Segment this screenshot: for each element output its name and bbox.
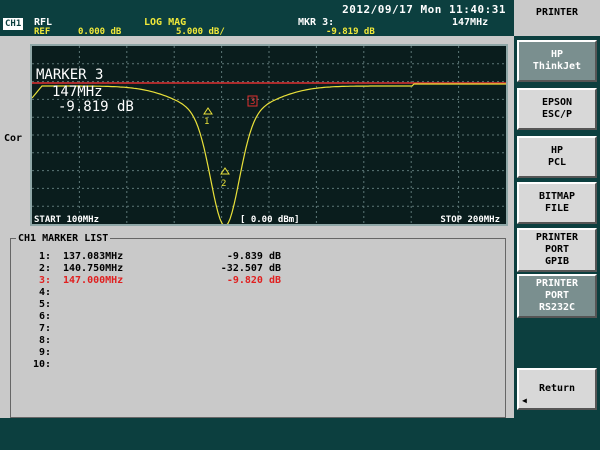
marker-row-idx: 8: <box>38 335 51 346</box>
softkey-7[interactable]: Return <box>517 368 597 410</box>
return-arrow-icon: ◀ <box>522 396 527 405</box>
marker-row-amp: -9.839 dB <box>226 251 281 262</box>
top-status-bar: 2012/09/17 Mon 11:40:31 CH1 RFL REF 0.00… <box>0 0 514 37</box>
softkey-3[interactable]: HP PCL <box>517 136 597 178</box>
channel-indicator: CH1 <box>3 18 24 30</box>
marker-row-amp: -32.507 dB <box>220 263 281 274</box>
active-marker-value: -9.819 dB <box>58 99 134 115</box>
analyzer-display: 2012/09/17 Mon 11:40:31 CH1 RFL REF 0.00… <box>0 0 514 450</box>
marker-row-idx: 6: <box>38 311 51 322</box>
softkey-4[interactable]: BITMAP FILE <box>517 182 597 224</box>
marker-row-freq: 137.083MHz <box>63 251 124 262</box>
marker-row-freq: 140.750MHz <box>63 263 124 274</box>
softkey-menu-title: PRINTER <box>514 0 600 36</box>
softkey-5[interactable]: PRINTER PORT GPIB <box>517 228 597 272</box>
scale-value: 5.000 dB/ <box>176 27 225 37</box>
marker-row-idx: 3: <box>38 275 51 286</box>
marker-row-idx: 4: <box>38 287 51 298</box>
active-marker-frequency: 147MHz <box>52 84 103 100</box>
stop-frequency: STOP 200MHz <box>440 215 500 225</box>
marker-group: 1 2 3 <box>203 95 258 189</box>
ref-label: REF <box>34 27 51 37</box>
marker-row-idx: 10: <box>32 359 51 370</box>
bottom-bar <box>0 418 514 450</box>
correction-indicator: Cor <box>4 133 23 144</box>
marker-row-amp: -9.820 dB <box>226 275 281 286</box>
active-marker-title: MARKER 3 <box>36 67 104 83</box>
marker-header-freq: 147MHz <box>452 17 489 28</box>
marker-row-idx: 9: <box>38 347 51 358</box>
marker-1: 1 <box>203 107 213 127</box>
marker-3-label: 3 <box>250 97 255 107</box>
softkey-6[interactable]: PRINTER PORT RS232C <box>517 274 597 318</box>
marker-2: 2 <box>220 167 230 189</box>
marker-row-freq: 147.000MHz <box>63 275 124 286</box>
marker-2-label: 2 <box>221 179 226 189</box>
marker-row-idx: 7: <box>38 323 51 334</box>
marker-3: 3 <box>247 95 258 107</box>
marker-list: 1: 137.083MHz -9.839 dB 2: 140.750MHz -32.507… <box>10 238 506 418</box>
reference-level: [ 0.00 dBm] <box>240 215 300 225</box>
marker-row-idx: 5: <box>38 299 51 310</box>
softkey-2[interactable]: EPSON ESC/P <box>517 88 597 130</box>
marker-1-label: 1 <box>204 117 209 127</box>
softkey-panel: PRINTER HP ThinkJet EPSON ESC/P HP PCL BITM… <box>514 0 600 450</box>
ref-value: 0.000 dB <box>78 27 122 37</box>
marker-row-idx: 2: <box>38 263 51 274</box>
marker-header-value: -9.819 dB <box>326 27 375 37</box>
datetime: 2012/09/17 Mon 11:40:31 <box>342 3 506 16</box>
marker-list-title: CH1 MARKER LIST <box>16 233 111 244</box>
softkey-1[interactable]: HP ThinkJet <box>517 40 597 82</box>
instrument-screen: 2012/09/17 Mon 11:40:31 CH1 RFL REF 0.00… <box>0 0 600 450</box>
marker-1-triangle <box>203 107 213 115</box>
marker-row-idx: 1: <box>38 251 51 262</box>
start-frequency: START 100MHz <box>34 215 100 225</box>
